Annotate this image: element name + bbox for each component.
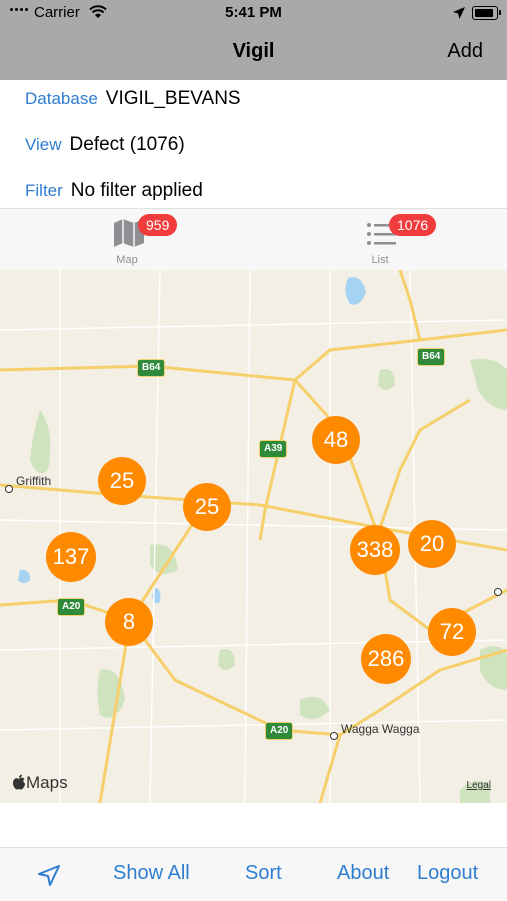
logout-button[interactable]: Logout — [417, 862, 478, 885]
map-cluster[interactable]: 286 — [361, 634, 411, 684]
battery-icon — [472, 6, 501, 20]
list-count-badge: 1076 — [389, 214, 437, 236]
navigation-bar: Carrier 5:41 PM Vigil Add — [0, 0, 507, 80]
map-cluster[interactable]: 25 — [98, 457, 146, 505]
map-cluster[interactable]: 48 — [312, 416, 360, 464]
database-row[interactable]: Database VIGIL_BEVANS — [25, 88, 241, 110]
about-button[interactable]: About — [337, 862, 389, 885]
map-cluster[interactable]: 20 — [408, 520, 456, 568]
tab-map[interactable]: Map 959 — [82, 209, 178, 271]
road-shield: A20 — [265, 722, 294, 740]
map-cluster[interactable]: 338 — [350, 525, 400, 575]
filter-row[interactable]: Filter No filter applied — [25, 180, 203, 202]
tab-list-label: List — [371, 254, 389, 266]
view-tabs: Map 959 List 1076 — [0, 208, 507, 271]
apple-logo-icon — [13, 774, 25, 790]
map-cluster[interactable]: 72 — [428, 608, 476, 656]
database-value: VIGIL_BEVANS — [105, 88, 241, 109]
show-all-button[interactable]: Show All — [113, 862, 190, 885]
town-marker — [5, 485, 13, 493]
view-row[interactable]: View Defect (1076) — [25, 134, 185, 156]
location-arrow-icon[interactable] — [36, 863, 62, 889]
database-label: Database — [25, 89, 98, 108]
view-value: Defect (1076) — [69, 134, 185, 155]
town-marker — [330, 732, 338, 740]
road-shield: B64 — [137, 359, 166, 377]
maps-attribution: Maps — [12, 773, 68, 793]
town-label: Wagga Wagga — [341, 722, 420, 736]
tab-map-label: Map — [116, 254, 138, 266]
add-button[interactable]: Add — [447, 40, 483, 63]
status-bar: Carrier 5:41 PM — [0, 0, 507, 28]
town-label: Griffith — [16, 474, 52, 488]
maps-attribution-text: Maps — [26, 773, 68, 792]
town-marker — [494, 588, 502, 596]
road-shield: A39 — [259, 440, 288, 458]
page-title: Vigil — [232, 40, 275, 62]
filter-value: No filter applied — [70, 180, 203, 201]
road-shield: B64 — [417, 348, 446, 366]
view-label: View — [25, 135, 62, 154]
map-cluster[interactable]: 137 — [46, 532, 96, 582]
tab-list[interactable]: List 1076 — [335, 209, 437, 271]
map-cluster[interactable]: 8 — [105, 598, 153, 646]
sort-button[interactable]: Sort — [245, 862, 282, 885]
location-services-icon — [453, 7, 465, 19]
map-count-badge: 959 — [138, 214, 178, 236]
clock: 5:41 PM — [225, 4, 282, 21]
legal-link[interactable]: Legal — [467, 780, 491, 791]
filter-label: Filter — [25, 181, 63, 200]
map-cluster[interactable]: 25 — [183, 483, 231, 531]
road-shield: A20 — [57, 598, 86, 616]
bottom-toolbar: Show All Sort About Logout — [0, 847, 507, 901]
map-view[interactable]: B64 B64 A39 A20 A20 Griffith Wagga Wagga… — [0, 270, 507, 803]
